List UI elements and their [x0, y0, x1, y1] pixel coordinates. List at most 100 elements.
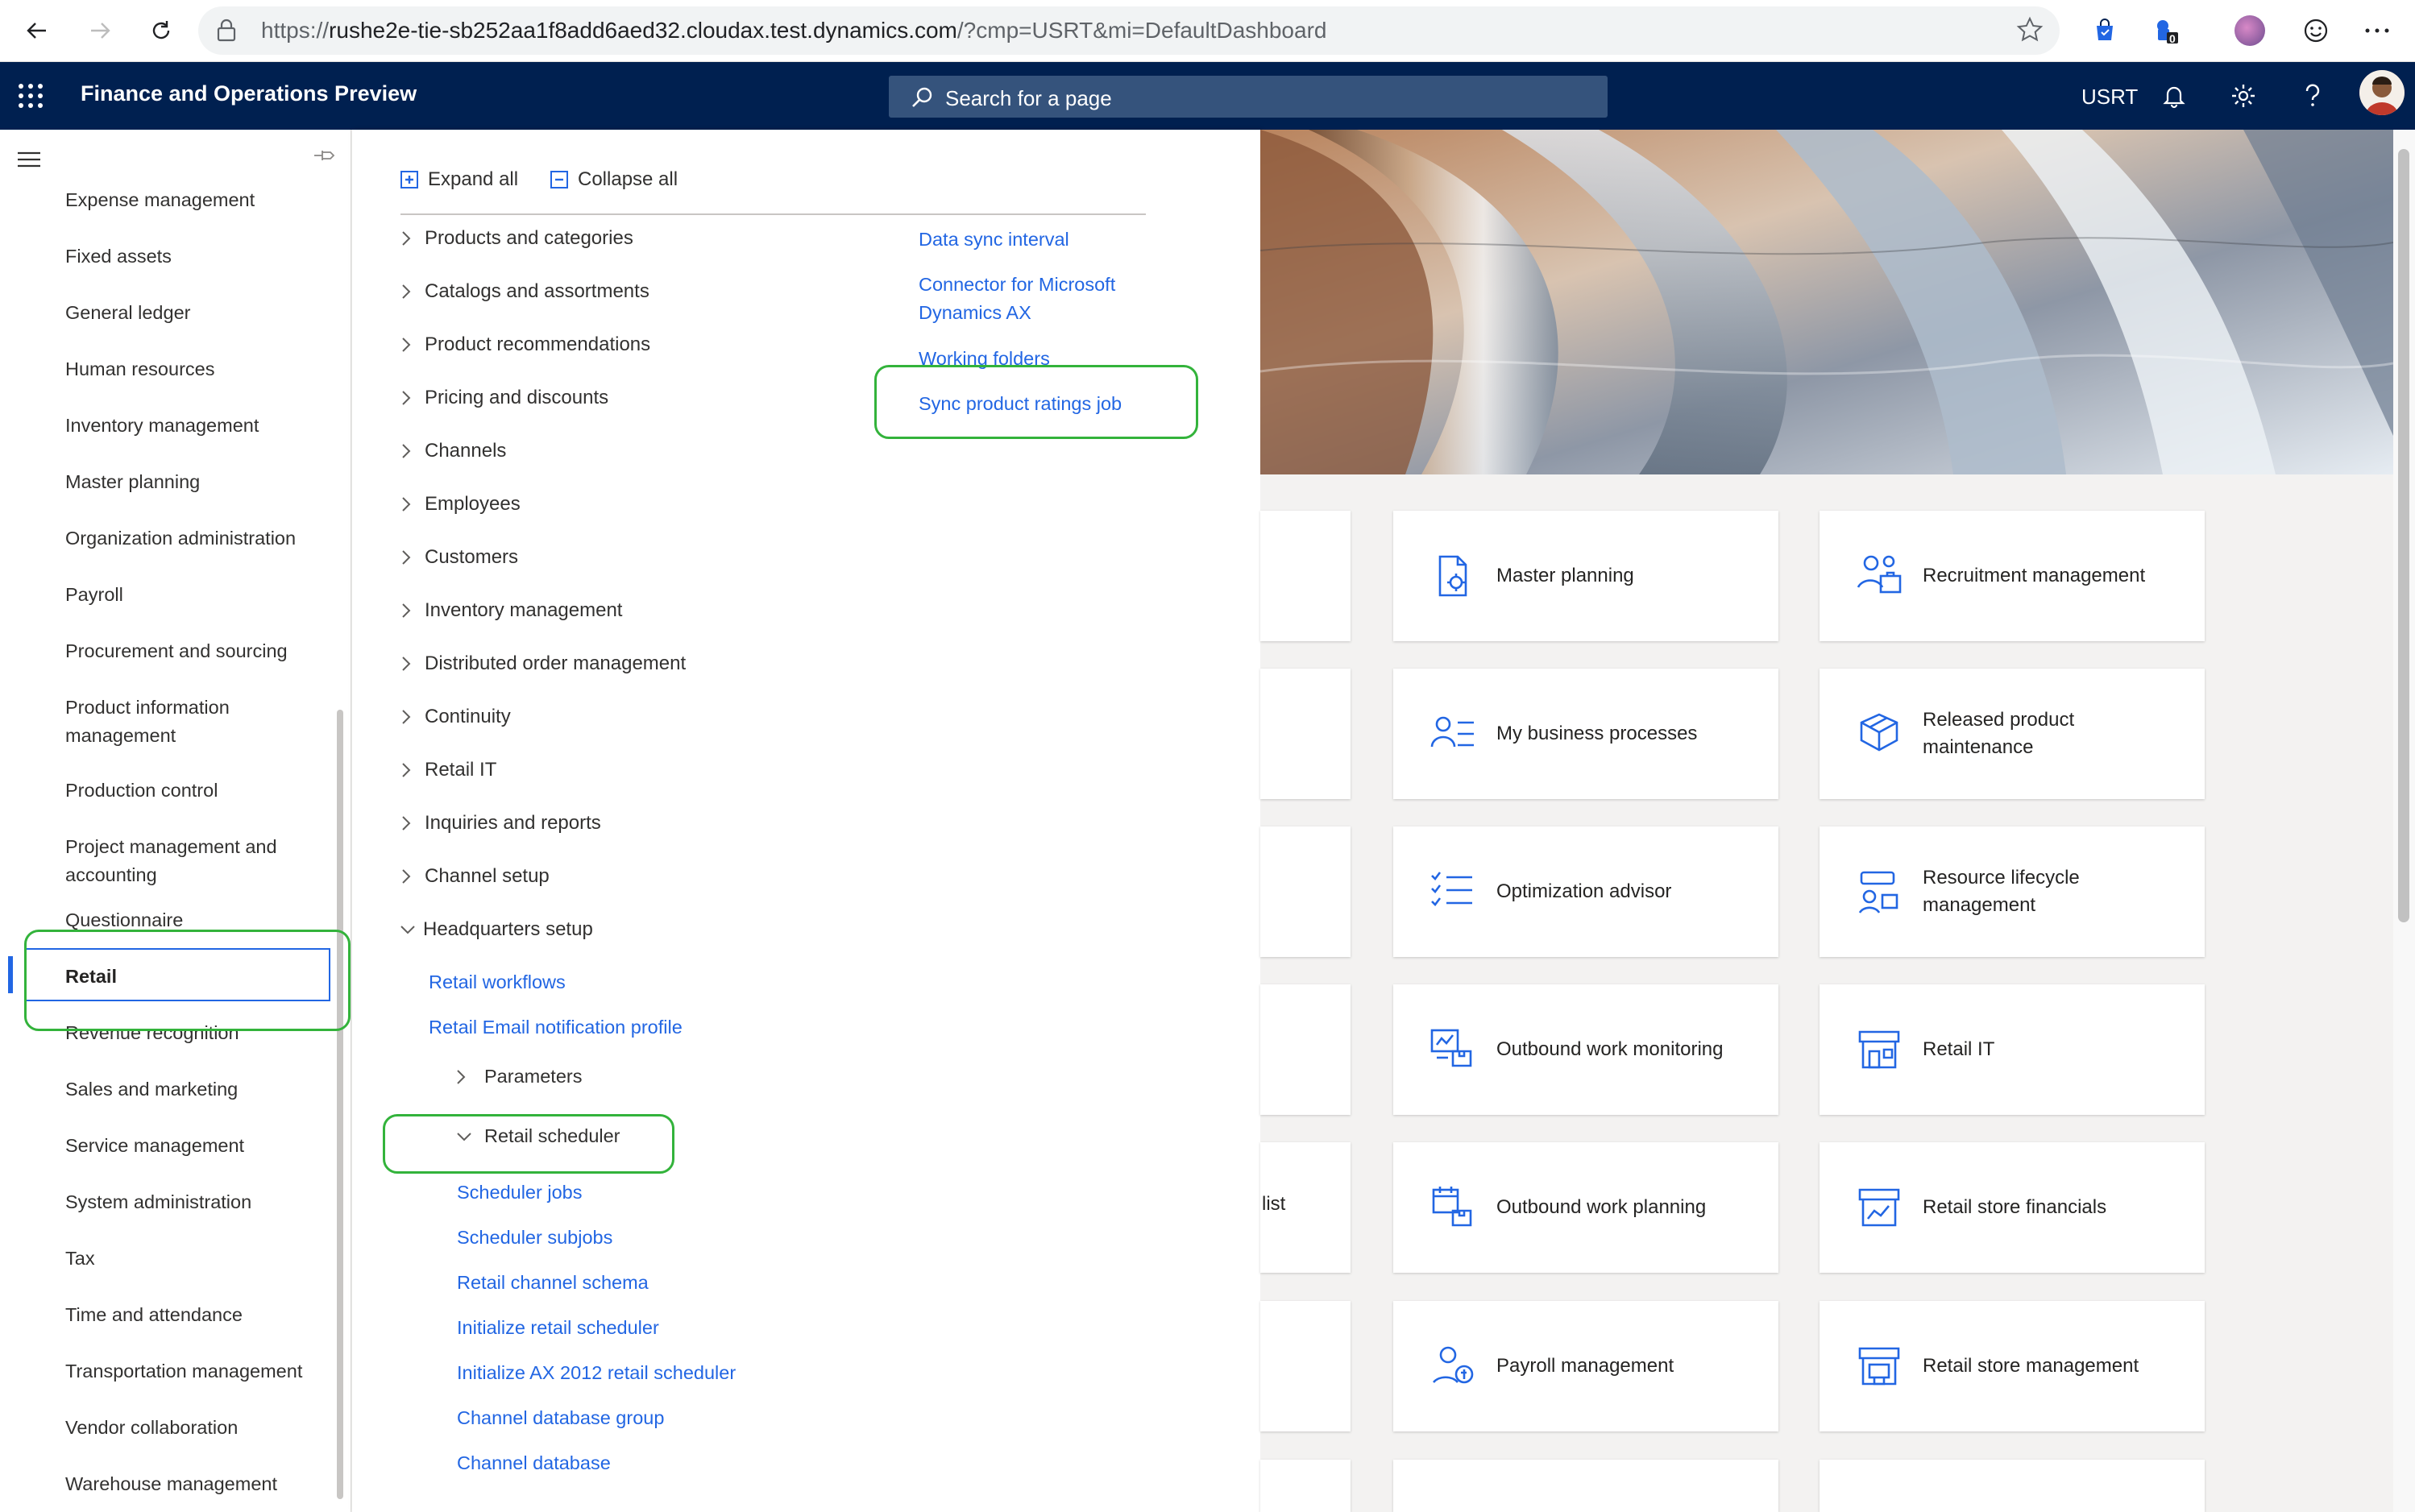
flyout-group-customers[interactable]: Customers — [400, 546, 518, 569]
tile-label: Retail IT — [1923, 1038, 1995, 1060]
flyout-group-channels[interactable]: Channels — [400, 440, 506, 462]
tile-released-product-maintenance[interactable]: Released product maintenance — [1820, 669, 2205, 799]
flyout-group-catalogs-and-assortments[interactable]: Catalogs and assortments — [400, 280, 649, 303]
flyout-group-channel-setup[interactable]: Channel setup — [400, 865, 550, 888]
link-connector-for-microsoft-dynamics-ax[interactable]: Connector for Microsoft Dynamics AX — [919, 271, 1160, 327]
tile-optimization-advisor[interactable]: Optimization advisor — [1393, 826, 1778, 957]
link-data-sync-interval[interactable]: Data sync interval — [919, 226, 1069, 254]
nav-item-sales-and-marketing[interactable]: Sales and marketing — [65, 1075, 331, 1104]
nav-item-master-planning[interactable]: Master planning — [65, 468, 331, 496]
nav-item-transportation-management[interactable]: Transportation management — [65, 1357, 331, 1386]
expand-all-button[interactable]: Expand all — [400, 168, 518, 191]
nav-item-tax[interactable]: Tax — [65, 1245, 331, 1273]
tile-outbound-work-monitoring[interactable]: Outbound work monitoring — [1393, 984, 1778, 1115]
parameters-label: Parameters — [484, 1066, 583, 1087]
nav-item-inventory-management[interactable]: Inventory management — [65, 412, 331, 440]
page-search-input[interactable]: Search for a page — [889, 76, 1608, 118]
favorite-star-icon[interactable] — [2016, 16, 2044, 43]
waffle-menu-icon[interactable] — [15, 80, 47, 112]
tile-partial-left[interactable] — [1260, 669, 1351, 799]
tile-partial-left[interactable] — [1260, 826, 1351, 957]
flyout-group-employees[interactable]: Employees — [400, 493, 521, 516]
page-scrollbar[interactable] — [2393, 130, 2415, 1512]
flyout-group-inventory-management[interactable]: Inventory management — [400, 599, 622, 622]
hamburger-menu-icon[interactable] — [16, 150, 42, 169]
nav-item-production-control[interactable]: Production control — [65, 777, 331, 805]
tile-resource-lifecycle-management[interactable]: Resource lifecycle management — [1820, 826, 2205, 957]
link-initialize-retail-scheduler[interactable]: Initialize retail scheduler — [457, 1314, 659, 1342]
tile-partial-bottom[interactable] — [1820, 1460, 2205, 1512]
app-header: Finance and Operations Preview Search fo… — [0, 62, 2415, 130]
link-retail-email-notification-profile[interactable]: Retail Email notification profile — [429, 1013, 683, 1042]
link-retail-workflows[interactable]: Retail workflows — [429, 968, 566, 996]
tile-payroll-management[interactable]: Payroll management — [1393, 1301, 1778, 1431]
page-scrollbar-thumb[interactable] — [2398, 149, 2409, 922]
link-initialize-ax-2012-retail-scheduler[interactable]: Initialize AX 2012 retail scheduler — [457, 1359, 736, 1387]
notifications-button[interactable] — [2156, 78, 2192, 114]
collapse-all-button[interactable]: Collapse all — [550, 168, 678, 191]
tile-partial-bottom[interactable] — [1393, 1460, 1778, 1512]
nav-item-system-administration[interactable]: System administration — [65, 1188, 331, 1216]
parameters-group[interactable]: Parameters — [455, 1066, 582, 1087]
extension-lock-button[interactable]: 0 — [2147, 11, 2185, 50]
nav-item-fixed-assets[interactable]: Fixed assets — [65, 242, 331, 271]
tile-partial-left[interactable] — [1260, 511, 1351, 641]
nav-item-product-information-management[interactable]: Product information management — [65, 694, 331, 750]
tile-partial-left[interactable] — [1260, 1301, 1351, 1431]
browser-menu-button[interactable] — [2358, 11, 2396, 50]
profile-button[interactable] — [2230, 11, 2269, 50]
nav-item-vendor-collaboration[interactable]: Vendor collaboration — [65, 1414, 331, 1442]
tile-partial-left[interactable]: list — [1260, 1142, 1351, 1273]
nav-scrollbar[interactable] — [337, 710, 343, 1499]
chevron-right-icon — [402, 763, 411, 777]
nav-item-organization-administration[interactable]: Organization administration — [65, 524, 331, 553]
extension-shield-button[interactable] — [2085, 11, 2124, 50]
nav-item-payroll[interactable]: Payroll — [65, 581, 331, 609]
back-button[interactable] — [18, 11, 56, 50]
nav-item-procurement-and-sourcing[interactable]: Procurement and sourcing — [65, 637, 331, 665]
nav-item-project-management-and-accounting[interactable]: Project management and accounting — [65, 833, 331, 889]
company-picker[interactable]: USRT — [2081, 85, 2138, 110]
flyout-group-product-recommendations[interactable]: Product recommendations — [400, 333, 650, 356]
nav-item-time-and-attendance[interactable]: Time and attendance — [65, 1301, 331, 1329]
store-financials-icon — [1858, 1188, 1900, 1227]
flyout-group-headquarters-setup[interactable]: Headquarters setup — [399, 918, 593, 941]
nav-item-general-ledger[interactable]: General ledger — [65, 299, 331, 327]
flyout-group-products-and-categories[interactable]: Products and categories — [400, 227, 633, 250]
pin-icon[interactable] — [313, 147, 337, 164]
flyout-group-pricing-and-discounts[interactable]: Pricing and discounts — [400, 387, 608, 409]
address-bar[interactable]: https://rushe2e-tie-sb252aa1f8add6aed32.… — [198, 6, 2060, 55]
tile-partial-left[interactable] — [1260, 984, 1351, 1115]
tile-master-planning[interactable]: Master planning — [1393, 511, 1778, 641]
user-avatar[interactable] — [2359, 70, 2405, 115]
tile-my-business-processes[interactable]: My business processes — [1393, 669, 1778, 799]
tile-outbound-work-planning[interactable]: Outbound work planning — [1393, 1142, 1778, 1273]
tile-retail-it[interactable]: Retail IT — [1820, 984, 2205, 1115]
link-channel-database[interactable]: Channel database — [457, 1449, 611, 1477]
flyout-group-retail-it[interactable]: Retail IT — [400, 759, 496, 781]
tile-label: Optimization advisor — [1496, 880, 1672, 902]
flyout-group-continuity[interactable]: Continuity — [400, 706, 511, 728]
nav-item-human-resources[interactable]: Human resources — [65, 355, 331, 383]
flyout-group-label: Distributed order management — [425, 652, 687, 674]
link-channel-database-group[interactable]: Channel database group — [457, 1404, 664, 1432]
settings-button[interactable] — [2226, 78, 2261, 114]
feedback-button[interactable] — [2297, 11, 2335, 50]
link-scheduler-subjobs[interactable]: Scheduler subjobs — [457, 1224, 612, 1252]
forward-button[interactable] — [81, 11, 119, 50]
tile-retail-store-management[interactable]: Retail store management — [1820, 1301, 2205, 1431]
link-retail-channel-schema[interactable]: Retail channel schema — [457, 1269, 649, 1297]
highlight-retail-scheduler — [383, 1114, 674, 1174]
tile-label: Outbound work monitoring — [1496, 1038, 1724, 1060]
tile-partial-left[interactable] — [1260, 1460, 1351, 1512]
tile-recruitment-management[interactable]: Recruitment management — [1820, 511, 2205, 641]
nav-item-service-management[interactable]: Service management — [65, 1132, 331, 1160]
flyout-group-distributed-order-management[interactable]: Distributed order management — [400, 652, 686, 675]
refresh-button[interactable] — [142, 11, 181, 50]
link-scheduler-jobs[interactable]: Scheduler jobs — [457, 1179, 582, 1207]
nav-item-warehouse-management[interactable]: Warehouse management — [65, 1470, 331, 1498]
flyout-group-inquiries-and-reports[interactable]: Inquiries and reports — [400, 812, 601, 835]
nav-item-expense-management[interactable]: Expense management — [65, 186, 331, 214]
help-button[interactable] — [2295, 78, 2330, 114]
tile-retail-store-financials[interactable]: Retail store financials — [1820, 1142, 2205, 1273]
